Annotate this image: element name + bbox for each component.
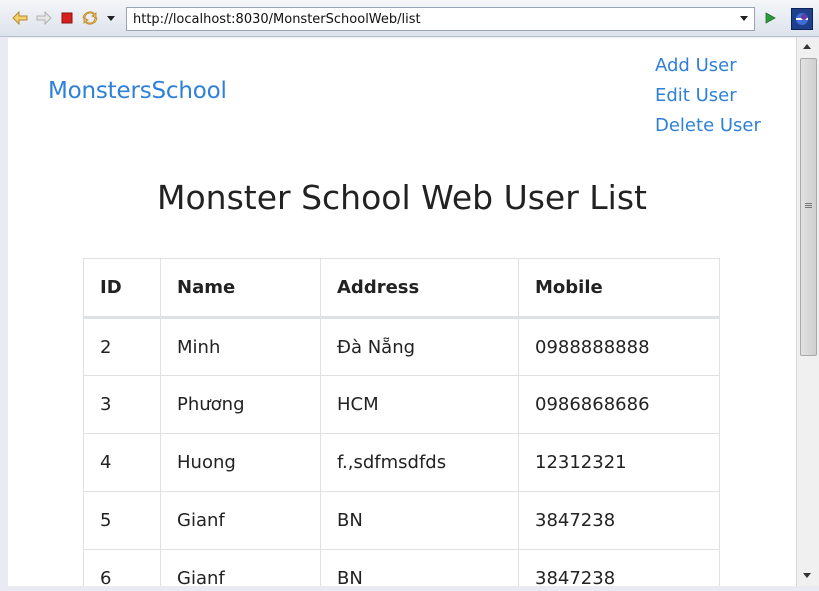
browser-toolbar: http://localhost:8030/MonsterSchoolWeb/l… [0, 0, 819, 37]
grip-icon [805, 203, 812, 204]
brand-link[interactable]: MonstersSchool [48, 78, 227, 104]
go-icon[interactable] [761, 9, 779, 27]
column-header-name: Name [160, 258, 321, 319]
table-row: 6 Gianf BN 3847238 [83, 549, 720, 586]
page-viewport: MonstersSchool Add User Edit User Delete… [8, 38, 796, 586]
cell-id: 2 [83, 317, 161, 376]
column-header-id: ID [83, 258, 161, 319]
cell-name: Gianf [160, 491, 321, 550]
column-header-address: Address [320, 258, 519, 319]
cell-address: BN [320, 549, 519, 586]
delete-user-link[interactable]: Delete User [655, 111, 761, 141]
scroll-down-icon[interactable] [803, 573, 811, 578]
add-user-link[interactable]: Add User [655, 51, 761, 81]
cell-name: Phương [160, 375, 321, 434]
page-title: Monster School Web User List [157, 178, 647, 217]
table-header-row: ID Name Address Mobile [83, 258, 720, 319]
url-text: http://localhost:8030/MonsterSchoolWeb/l… [133, 12, 421, 27]
cell-address: f.,sdfmsdfds [320, 433, 519, 492]
cell-id: 4 [83, 433, 161, 492]
cell-name: Gianf [160, 549, 321, 586]
cell-name: Minh [160, 317, 321, 376]
vertical-scrollbar[interactable] [796, 38, 819, 586]
scroll-thumb[interactable] [800, 58, 817, 356]
cell-mobile: 0986868686 [518, 375, 720, 434]
forward-icon[interactable] [35, 9, 53, 27]
cell-mobile: 3847238 [518, 491, 720, 550]
eclipse-icon[interactable] [791, 8, 813, 30]
dropdown-icon[interactable] [102, 9, 120, 27]
cell-mobile: 0988888888 [518, 317, 720, 376]
cell-mobile: 12312321 [518, 433, 720, 492]
refresh-icon[interactable] [81, 9, 99, 27]
table-row: 4 Huong f.,sdfmsdfds 12312321 [83, 433, 720, 492]
cell-id: 6 [83, 549, 161, 586]
cell-id: 3 [83, 375, 161, 434]
nav-menu: Add User Edit User Delete User [655, 51, 761, 141]
stop-icon[interactable] [58, 9, 76, 27]
cell-id: 5 [83, 491, 161, 550]
cell-address: BN [320, 491, 519, 550]
scroll-up-icon[interactable] [803, 44, 811, 49]
table-row: 5 Gianf BN 3847238 [83, 491, 720, 550]
table-row: 2 Minh Đà Nẵng 0988888888 [83, 317, 720, 376]
cell-address: HCM [320, 375, 519, 434]
cell-address: Đà Nẵng [320, 317, 519, 376]
back-icon[interactable] [11, 9, 29, 27]
window-bottom-edge [0, 586, 819, 591]
url-dropdown-icon[interactable] [740, 16, 748, 21]
table-row: 3 Phương HCM 0986868686 [83, 375, 720, 434]
url-field[interactable]: http://localhost:8030/MonsterSchoolWeb/l… [126, 7, 755, 31]
cell-name: Huong [160, 433, 321, 492]
column-header-mobile: Mobile [518, 258, 720, 319]
cell-mobile: 3847238 [518, 549, 720, 586]
user-table: ID Name Address Mobile 2 Minh Đà Nẵng 09… [83, 258, 720, 586]
edit-user-link[interactable]: Edit User [655, 81, 761, 111]
